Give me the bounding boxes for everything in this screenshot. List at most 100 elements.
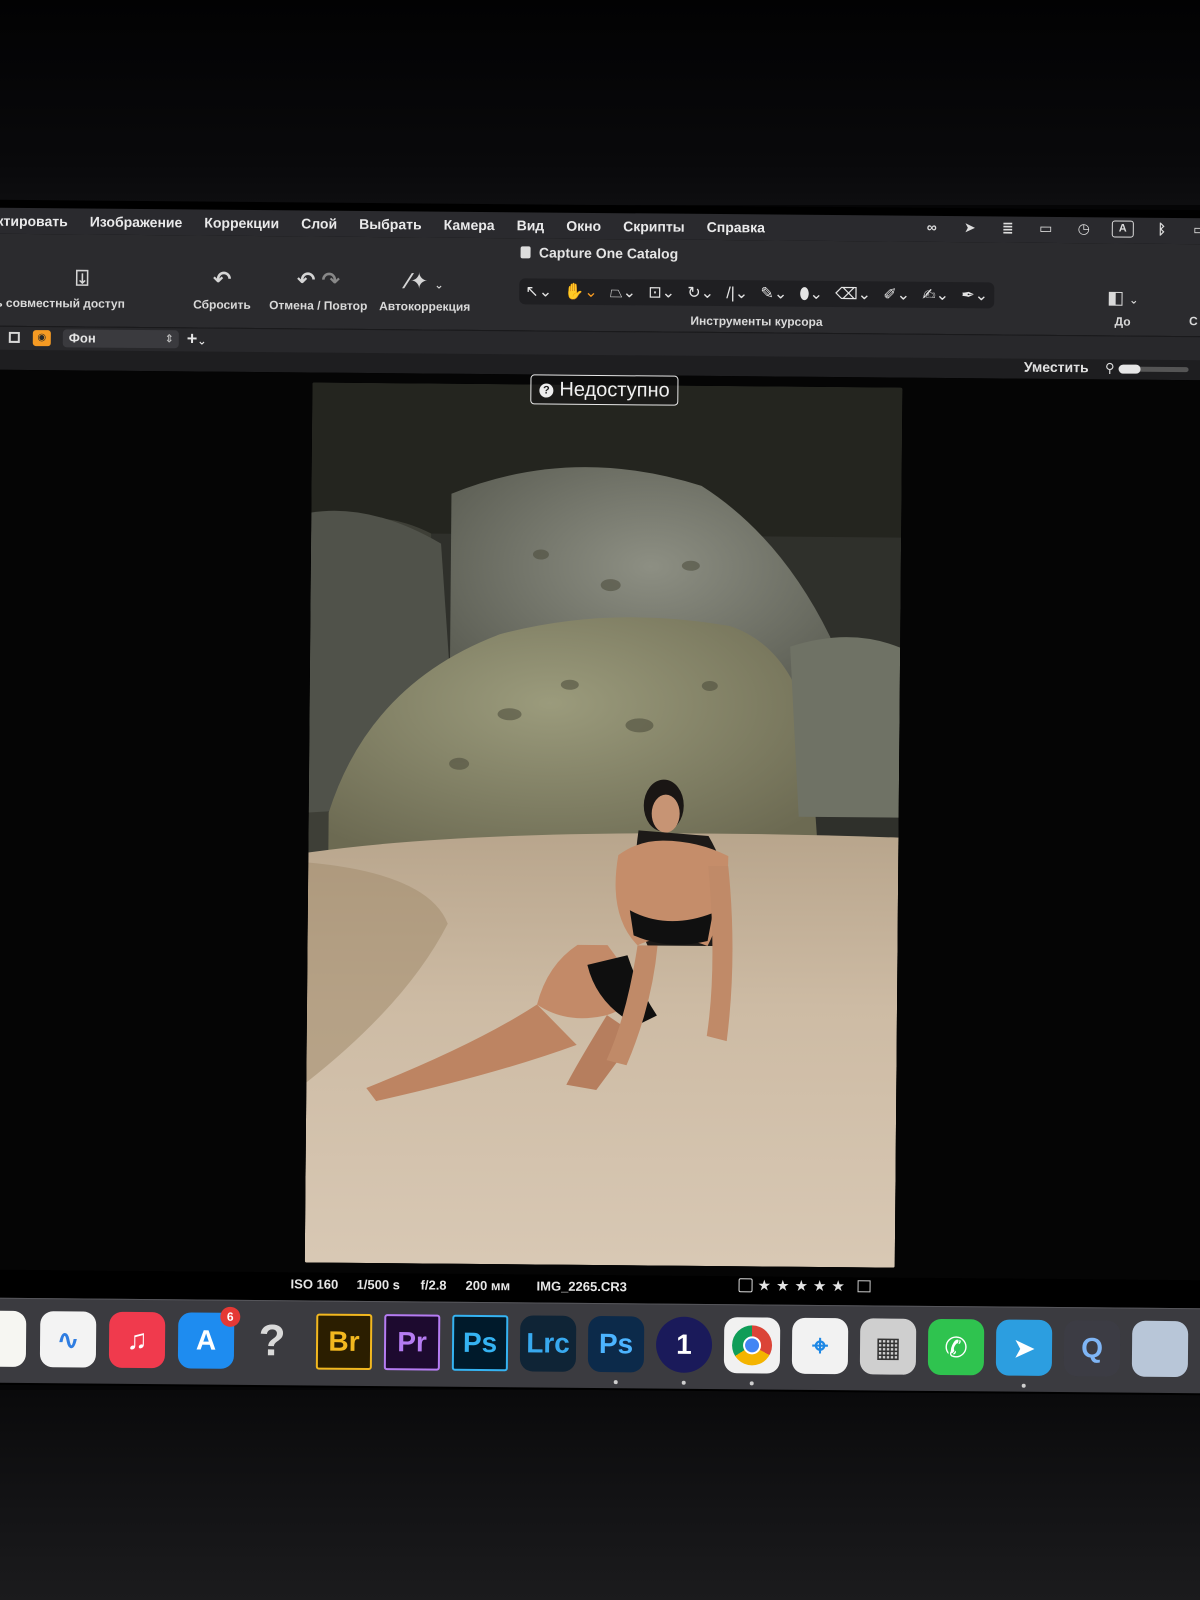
dock-telegram-icon[interactable]: ➤ xyxy=(995,1319,1053,1376)
menu-help[interactable]: Справка xyxy=(707,219,765,236)
dock-photoshop-icon[interactable]: Ps xyxy=(451,1314,509,1372)
loupe-icon[interactable]: ⏢⌄ xyxy=(610,282,636,302)
layer-select[interactable]: Фон ⇕ xyxy=(62,329,179,349)
undo-redo-icon: ↶ ↷ xyxy=(296,267,341,293)
chevron-updown-icon: ⇕ xyxy=(164,333,174,346)
dock-app-store-icon[interactable]: A6 xyxy=(177,1306,241,1369)
undo-redo-label: Отмена / Повтор xyxy=(269,298,368,313)
running-indicator xyxy=(613,1380,618,1385)
picker-icon[interactable]: ✐⌄ xyxy=(883,284,910,304)
input-source-icon[interactable]: A xyxy=(1111,220,1134,238)
eye-icon[interactable]: ◉ xyxy=(32,330,51,347)
menu-scripts[interactable]: Скрипты xyxy=(623,218,685,235)
autocorrect-button[interactable]: ⁄✦ ⌄ Автокоррекция xyxy=(379,265,471,314)
dock-bridge-icon[interactable]: Br xyxy=(315,1313,373,1371)
chrome-logo xyxy=(731,1325,773,1366)
status-icons: ∞ ➤ ≣ ▭ ◷ A ᛒ ▭ xyxy=(922,219,1200,239)
menu-adjustments[interactable]: Коррекции xyxy=(204,215,279,232)
zoom-icon[interactable]: ⚲ xyxy=(1105,360,1115,376)
menu-select[interactable]: Выбрать xyxy=(359,216,422,233)
question-icon: ? xyxy=(539,383,554,398)
rating-star[interactable]: ★ xyxy=(757,1276,771,1294)
battery-icon[interactable]: ▭ xyxy=(1190,221,1200,238)
photo-preview[interactable] xyxy=(304,382,903,1268)
dock-image-capture-label: ▦ xyxy=(874,1330,902,1363)
dock-safari-icon[interactable]: ⌖ xyxy=(791,1317,849,1375)
shutter-value: 1/500 s xyxy=(356,1276,401,1293)
zoom-slider[interactable] xyxy=(1118,364,1189,374)
creative-cloud-icon[interactable]: ∞ xyxy=(922,219,942,236)
dock-whatsapp-icon[interactable]: ✆ xyxy=(927,1318,985,1376)
brush-icon[interactable]: ✎⌄ xyxy=(760,283,787,303)
dock-music-icon[interactable]: ♫ xyxy=(108,1311,166,1369)
metadata-list-icon[interactable] xyxy=(857,1280,871,1293)
dock-image-capture-icon[interactable]: ▦ xyxy=(859,1318,917,1375)
zoom-slider-thumb[interactable] xyxy=(1118,364,1141,374)
rating-star[interactable]: ★ xyxy=(813,1277,827,1295)
dock-freeform-icon[interactable]: ∿ xyxy=(39,1311,97,1368)
rotate-icon[interactable]: ↻⌄ xyxy=(687,283,714,303)
dock-preview-icon[interactable] xyxy=(1131,1320,1189,1378)
compare-icon: ◧ ⌄ xyxy=(1107,287,1139,308)
pen-icon[interactable]: ✒⌄ xyxy=(961,285,988,305)
dock-unknown-app-label: ? xyxy=(258,1316,286,1366)
menu-camera[interactable]: Камера xyxy=(444,217,495,233)
menu-view[interactable]: Вид xyxy=(517,217,545,233)
menu-window[interactable]: Окно xyxy=(566,218,601,234)
select-cursor-icon[interactable]: ↖⌄ xyxy=(525,281,552,301)
running-indicator xyxy=(1021,1383,1026,1388)
menu-image[interactable]: Изображение xyxy=(90,214,183,231)
running-indicator xyxy=(749,1381,754,1386)
dock-premiere-pro-label: Pr xyxy=(397,1326,427,1358)
share-icon: ⍗ xyxy=(75,265,89,291)
reset-button[interactable]: ↶ Сбросить xyxy=(193,263,251,312)
rating-star[interactable]: ★ xyxy=(831,1277,845,1295)
dock-unknown-app-icon[interactable]: ? xyxy=(244,1313,300,1369)
layer-mask-icon[interactable] xyxy=(8,331,20,343)
select-checkbox[interactable] xyxy=(738,1278,753,1293)
stack-icon[interactable]: ≣ xyxy=(998,219,1018,236)
before-after-button[interactable]: ◧ ⌄ До xyxy=(1107,287,1139,328)
filename: IMG_2265.CR3 xyxy=(536,1278,627,1295)
share-button[interactable]: ⍗ ыть совместный доступ xyxy=(0,262,125,311)
dock-lightroom-classic-icon[interactable]: Lrc xyxy=(519,1315,577,1372)
dock-photoshop-label: Ps xyxy=(462,1326,498,1359)
rating-row: ★ ★ ★ ★ ★ xyxy=(738,1276,871,1295)
dock-photoshop-alt-icon[interactable]: Ps xyxy=(587,1315,645,1373)
chrome-logo-center xyxy=(742,1336,762,1355)
undo-redo-button[interactable]: ↶ ↷ Отмена / Повтор xyxy=(269,264,368,313)
dock-capture-one-icon[interactable]: 1 xyxy=(655,1316,713,1374)
keystone-icon[interactable]: /|⌄ xyxy=(726,283,748,303)
dock-telegram-label: ➤ xyxy=(1012,1332,1036,1364)
dock-notes-icon[interactable] xyxy=(0,1310,27,1368)
add-layer-button[interactable]: +⌄ xyxy=(187,328,207,349)
location-icon[interactable]: ➤ xyxy=(960,219,980,236)
bluetooth-icon[interactable]: ᛒ xyxy=(1152,221,1172,238)
time-machine-icon[interactable]: ◷ xyxy=(1074,220,1094,237)
toolbar: Capture One Catalog ⍗ ыть совместный дос… xyxy=(0,233,1200,337)
rating-star[interactable]: ★ xyxy=(794,1277,808,1295)
dock-safari-label: ⌖ xyxy=(812,1329,829,1361)
dock-capture-one-label: 1 xyxy=(676,1328,692,1360)
screen-icon[interactable]: ▭ xyxy=(1036,220,1056,237)
crop-icon[interactable]: ⊡⌄ xyxy=(648,282,675,302)
dock-chrome-icon[interactable] xyxy=(723,1317,781,1374)
photo-illustration xyxy=(304,382,903,1268)
heal-icon[interactable]: ⬮⌄ xyxy=(799,284,823,304)
reset-label: Сбросить xyxy=(193,297,251,312)
fit-label[interactable]: Уместить xyxy=(1024,359,1089,376)
dock-bridge-label: Br xyxy=(328,1325,360,1357)
autocorrect-label: Автокоррекция xyxy=(379,299,471,314)
dock-quicktime-icon[interactable]: Q xyxy=(1063,1320,1121,1377)
menu-layer[interactable]: Слой xyxy=(301,215,337,231)
image-viewer: ? Недоступно xyxy=(0,369,1200,1281)
menu-edit[interactable]: дактировать xyxy=(0,213,68,230)
annotation-icon[interactable]: ✍⌄ xyxy=(922,285,949,305)
dock-lightroom-classic-label: Lrc xyxy=(526,1327,570,1359)
eraser-icon[interactable]: ⌫⌄ xyxy=(835,284,871,304)
notification-badge: 6 xyxy=(220,1306,241,1327)
rating-star[interactable]: ★ xyxy=(776,1277,790,1295)
pan-hand-icon[interactable]: ✋⌄ xyxy=(564,282,598,302)
share-label: ыть совместный доступ xyxy=(0,295,125,311)
dock-premiere-pro-icon[interactable]: Pr xyxy=(383,1314,441,1371)
